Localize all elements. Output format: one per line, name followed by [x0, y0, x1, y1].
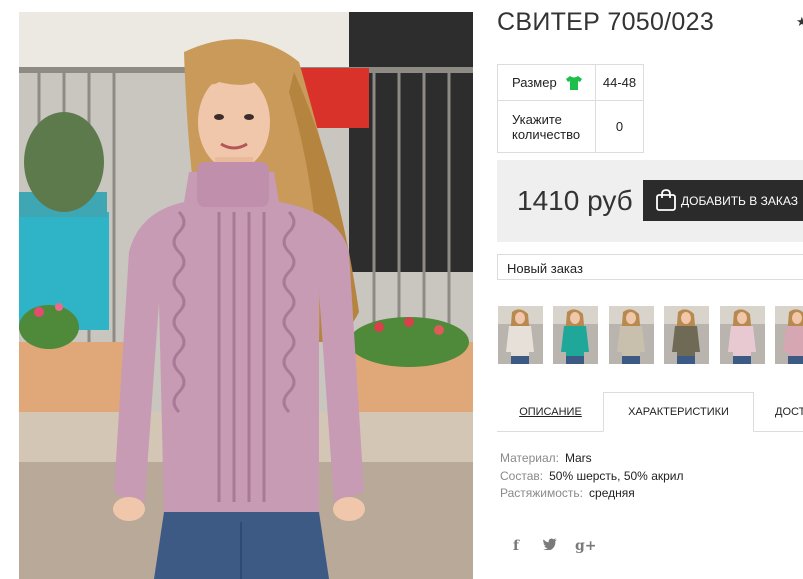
- characteristic-row: Материал: Mars: [500, 450, 684, 468]
- order-select[interactable]: Новый заказ: [497, 254, 803, 280]
- size-value[interactable]: 44-48: [595, 64, 644, 101]
- google-plus-icon[interactable]: g+: [575, 538, 597, 554]
- product-thumbnail[interactable]: [775, 306, 803, 364]
- shopping-bag-icon: [656, 189, 676, 211]
- characteristic-row: Растяжимость: средняя: [500, 485, 684, 503]
- tshirt-icon[interactable]: [565, 75, 583, 91]
- product-thumbnail[interactable]: [553, 306, 598, 364]
- tab-delivery[interactable]: ДОСТАВКА: [754, 392, 803, 432]
- add-to-order-button[interactable]: ДОБАВИТЬ В ЗАКАЗ: [643, 180, 803, 221]
- facebook-icon[interactable]: f: [513, 538, 519, 554]
- characteristics-list: Материал: Mars Состав: 50% шерсть, 50% акр…: [500, 450, 684, 503]
- price-panel: 1410 руб ДОБАВИТЬ В ЗАКАЗ: [497, 160, 803, 242]
- twitter-icon[interactable]: [543, 538, 557, 553]
- product-thumbnail[interactable]: [720, 306, 765, 364]
- quantity-label: Укажите количество: [512, 111, 581, 142]
- product-price: 1410 руб: [517, 185, 633, 216]
- tab-description[interactable]: ОПИСАНИЕ: [497, 392, 604, 432]
- characteristic-key: Материал:: [500, 451, 559, 465]
- product-options-table: Размер 44-48 Укажите количество 0: [497, 64, 644, 153]
- size-label: Размер: [512, 75, 557, 90]
- characteristic-row: Состав: 50% шерсть, 50% акрил: [500, 468, 684, 486]
- characteristic-key: Состав:: [500, 468, 544, 483]
- characteristic-value: 50% шерсть, 50% акрил: [549, 468, 684, 483]
- product-thumbnail[interactable]: [498, 306, 543, 364]
- product-thumbnail[interactable]: [664, 306, 709, 364]
- add-to-order-label: ДОБАВИТЬ В ЗАКАЗ: [681, 193, 798, 208]
- product-thumbnail[interactable]: [609, 306, 654, 364]
- characteristic-value: средняя: [589, 486, 635, 500]
- star-icon[interactable]: ★: [796, 14, 803, 30]
- product-main-photo[interactable]: [19, 12, 473, 579]
- product-title: СВИТЕР 7050/023: [497, 8, 715, 36]
- quantity-input[interactable]: 0: [595, 100, 644, 153]
- tab-characteristics[interactable]: ХАРАКТЕРИСТИКИ: [603, 392, 754, 432]
- characteristic-key: Растяжимость:: [500, 486, 584, 500]
- characteristic-value: Mars: [564, 451, 592, 465]
